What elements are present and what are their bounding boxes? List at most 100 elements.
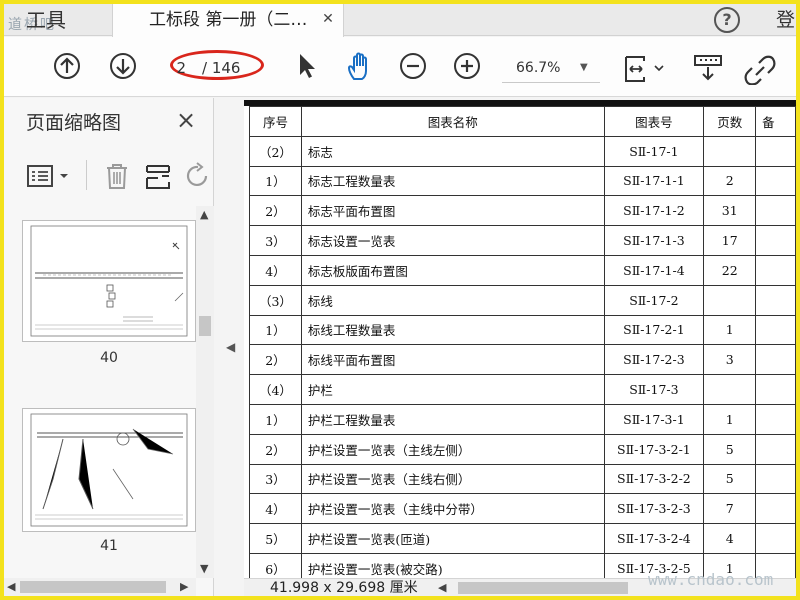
cell-seq: 1） xyxy=(249,165,302,197)
cell-seq: （3） xyxy=(249,284,302,316)
cell-pages: 3 xyxy=(703,344,757,376)
thumbnail-horizontal-scrollbar[interactable]: ◀ ▶ xyxy=(4,578,196,596)
pointer-icon[interactable] xyxy=(294,51,318,85)
help-icon[interactable]: ? xyxy=(714,7,740,33)
tab-bar: 道桥吧 工具 工标段 第一册（二… ✕ ? 登 xyxy=(4,4,796,37)
page-number-input[interactable]: 2 xyxy=(162,55,186,81)
cell-code: SⅡ-17-2-1 xyxy=(603,314,705,346)
cell-name: 标志 xyxy=(300,135,605,167)
trash-icon[interactable] xyxy=(104,162,130,194)
zoom-select[interactable]: 66.7% ▼ xyxy=(502,53,600,83)
cell-remark xyxy=(755,254,796,286)
arrow-down-circle-icon[interactable] xyxy=(108,51,138,85)
thumbnail-drawing xyxy=(30,225,188,337)
cell-seq: 2） xyxy=(249,344,302,376)
cell-name: 标线平面布置图 xyxy=(300,344,605,376)
table-row: 1） 护栏工程数量表 SⅡ-17-3-1 1 xyxy=(249,403,796,435)
cell-remark xyxy=(755,314,796,346)
cell-code: SⅡ-17-3-2-4 xyxy=(603,523,705,554)
cell-remark xyxy=(755,403,796,435)
thumbnail-label: 40 xyxy=(100,350,118,366)
cell-remark xyxy=(755,493,796,525)
table-row: 5） 护栏设置一览表(匝道) SⅡ-17-3-2-4 4 xyxy=(249,523,796,554)
cell-remark xyxy=(755,165,796,197)
tab-tools[interactable]: 工具 xyxy=(26,4,66,36)
cell-name: 护栏设置一览表(匝道) xyxy=(300,523,605,554)
chevron-left-icon[interactable]: ◀ xyxy=(438,581,446,595)
cell-remark xyxy=(755,463,796,495)
thumbnail-toolbar xyxy=(4,154,214,198)
thumbnail-panel: 页面缩略图 × 40 41 ▲ ▼ ◀ ▶ xyxy=(4,98,214,596)
cell-name: 标线工程数量表 xyxy=(300,314,605,346)
header-name: 图表名称 xyxy=(300,106,605,137)
tab-document[interactable]: 工标段 第一册（二… ✕ xyxy=(112,4,344,37)
watermark-text: www.cndao.com xyxy=(648,570,774,589)
cell-pages xyxy=(703,374,757,405)
cell-code: SⅡ-17-1-3 xyxy=(603,225,705,256)
cell-code: SⅡ-17-3-2-2 xyxy=(603,463,705,495)
cell-seq: 3） xyxy=(249,225,302,256)
hand-icon[interactable] xyxy=(344,51,376,87)
cell-remark xyxy=(755,135,796,167)
cell-name: 标志平面布置图 xyxy=(300,195,605,227)
divider xyxy=(86,160,87,190)
cell-code: SⅡ-17-3 xyxy=(603,374,705,405)
login-button[interactable]: 登 xyxy=(776,4,795,36)
app-window: 道桥吧 工具 工标段 第一册（二… ✕ ? 登 2 / 146 66.7% ▼ … xyxy=(4,4,796,596)
cell-code: SⅡ-17-3-1 xyxy=(603,403,705,435)
document-scrollbar-thumb[interactable] xyxy=(458,582,628,594)
scrollbar-thumb[interactable] xyxy=(20,581,166,593)
close-icon[interactable]: ✕ xyxy=(319,10,337,28)
chevron-down-icon[interactable]: ▼ xyxy=(200,562,208,576)
header-seq: 序号 xyxy=(249,106,302,137)
cell-seq: 6） xyxy=(249,552,302,578)
extract-pages-icon[interactable] xyxy=(144,162,172,194)
zoom-in-icon[interactable] xyxy=(452,51,482,85)
chevron-up-icon[interactable]: ▲ xyxy=(200,208,208,222)
table-header-row: 序号 图表名称 图表号 页数 备 xyxy=(249,106,796,137)
table-row: 3） 护栏设置一览表（主线右侧） SⅡ-17-3-2-2 5 xyxy=(249,463,796,495)
cell-pages: 17 xyxy=(703,225,757,256)
cell-remark xyxy=(755,344,796,376)
header-code: 图表号 xyxy=(603,106,705,137)
cell-code: SⅡ-17-3-2-1 xyxy=(603,433,705,465)
scroll-mode-icon[interactable] xyxy=(692,53,724,87)
cell-remark xyxy=(755,195,796,227)
close-icon[interactable]: × xyxy=(176,106,196,134)
toolbar: 2 / 146 66.7% ▼ xyxy=(4,37,796,97)
table-row: 1） 标志工程数量表 SⅡ-17-1-1 2 xyxy=(249,165,796,197)
header-remark: 备 xyxy=(755,106,796,137)
cell-pages: 4 xyxy=(703,523,757,554)
chevron-right-icon[interactable]: ▶ xyxy=(180,580,188,594)
header-pages: 页数 xyxy=(703,106,757,137)
fit-page-icon[interactable] xyxy=(622,53,670,89)
chevron-down-icon: ▼ xyxy=(580,62,588,73)
page-thumbnail-40[interactable] xyxy=(22,220,196,342)
collapse-panel-icon[interactable]: ◀ xyxy=(226,340,235,354)
cell-name: 护栏设置一览表（主线左侧） xyxy=(300,433,605,465)
document-view[interactable]: 序号 图表名称 图表号 页数 备 （2） 标志 SⅡ-17-1 1） 标志工程数量表 SⅡ… xyxy=(244,100,796,578)
cell-seq: 4） xyxy=(249,493,302,525)
cell-seq: 1） xyxy=(249,314,302,346)
scrollbar-thumb[interactable] xyxy=(199,316,211,336)
chevron-left-icon[interactable]: ◀ xyxy=(7,580,15,594)
table-row: 4） 护栏设置一览表（主线中分带） SⅡ-17-3-2-3 7 xyxy=(249,493,796,525)
link-icon[interactable] xyxy=(742,53,778,89)
cell-seq: 4） xyxy=(249,254,302,286)
cell-name: 护栏设置一览表（主线右侧） xyxy=(300,463,605,495)
drawing-index-table: 序号 图表名称 图表号 页数 备 （2） 标志 SⅡ-17-1 1） 标志工程数量表 SⅡ… xyxy=(249,106,796,578)
table-row: 4） 标志板版面布置图 SⅡ-17-1-4 22 xyxy=(249,254,796,286)
arrow-up-circle-icon[interactable] xyxy=(52,51,82,85)
cell-remark xyxy=(755,374,796,405)
zoom-value: 66.7% xyxy=(516,60,561,76)
cell-seq: 2） xyxy=(249,195,302,227)
page-thumbnail-41[interactable] xyxy=(22,408,196,532)
table-row: 1） 标线工程数量表 SⅡ-17-2-1 1 xyxy=(249,314,796,346)
rotate-icon[interactable] xyxy=(186,162,210,194)
thumbnail-options-icon[interactable] xyxy=(26,164,72,192)
zoom-out-icon[interactable] xyxy=(398,51,428,85)
thumbnail-vertical-scrollbar[interactable]: ▲ ▼ xyxy=(196,206,214,578)
table-row: （3） 标线 SⅡ-17-2 xyxy=(249,284,796,316)
tab-document-title: 工标段 第一册（二… xyxy=(149,10,308,30)
table-row: （4） 护栏 SⅡ-17-3 xyxy=(249,374,796,405)
